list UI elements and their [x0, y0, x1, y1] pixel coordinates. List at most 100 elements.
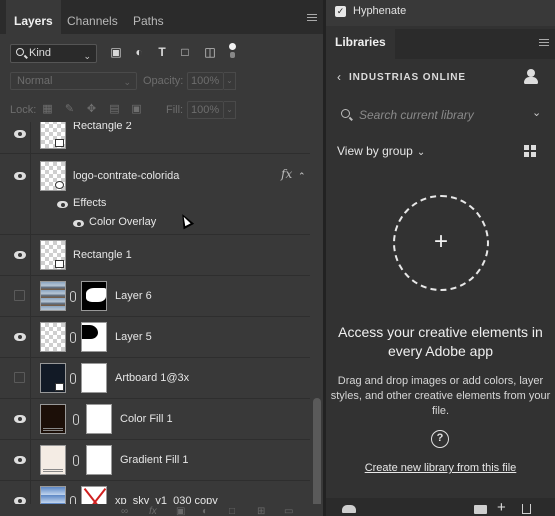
- link-layers-icon[interactable]: ∞: [121, 506, 128, 516]
- visibility-off-icon[interactable]: [14, 372, 25, 383]
- link-icon[interactable]: [70, 373, 76, 384]
- new-folder-icon[interactable]: [474, 505, 487, 514]
- layer-row-rectangle-2[interactable]: Rectangle 2: [0, 122, 310, 154]
- hyphenate-checkbox[interactable]: ✓: [335, 6, 346, 17]
- trash-icon[interactable]: [522, 504, 531, 514]
- layer-row-layer-6[interactable]: Layer 6: [0, 276, 310, 317]
- create-library-link[interactable]: Create new library from this file: [326, 462, 555, 474]
- eye-icon[interactable]: [14, 172, 26, 180]
- layer-mask-thumbnail[interactable]: [86, 404, 112, 434]
- smart-object-filter-icon[interactable]: ◫: [203, 45, 217, 59]
- type-filter-icon[interactable]: T: [155, 45, 169, 59]
- visibility-cell[interactable]: [0, 122, 31, 153]
- tab-paths[interactable]: Paths: [125, 0, 172, 34]
- lock-artboard-icon[interactable]: ▤: [108, 103, 121, 116]
- visibility-cell[interactable]: [0, 235, 31, 275]
- lock-position-icon[interactable]: ✥: [85, 103, 98, 116]
- layers-panel-menu-icon[interactable]: [307, 14, 317, 21]
- add-plus-icon[interactable]: +: [497, 499, 506, 516]
- layer-mask-thumbnail[interactable]: [81, 363, 107, 393]
- kind-filter-label: Kind: [29, 47, 52, 59]
- visibility-cell[interactable]: [0, 358, 31, 398]
- hyphenate-row: ✓ Hyphenate: [326, 0, 555, 26]
- kind-filter-select[interactable]: Kind ⌄: [10, 44, 97, 63]
- link-icon[interactable]: [70, 332, 76, 343]
- cloud-sync-icon[interactable]: [342, 505, 356, 513]
- libraries-panel-menu-icon[interactable]: [539, 39, 549, 46]
- layers-tabbar: Layers Channels Paths: [0, 0, 323, 34]
- delete-layer-icon[interactable]: ▭: [284, 506, 293, 516]
- view-by-group-dropdown[interactable]: View by group ⌄: [337, 144, 425, 158]
- eye-icon[interactable]: [73, 220, 84, 227]
- chevron-down-icon[interactable]: ⌄: [532, 106, 541, 119]
- tab-channels[interactable]: Channels: [59, 0, 126, 34]
- new-layer-icon[interactable]: ⊞: [257, 506, 265, 516]
- effect-row-color-overlay[interactable]: Color Overlay: [0, 215, 310, 233]
- eye-icon[interactable]: [14, 130, 26, 138]
- filter-toggle-icon[interactable]: [229, 43, 236, 59]
- layers-scrollbar-thumb[interactable]: [313, 398, 321, 508]
- layer-row-logo-contrate-colorida[interactable]: logo-contrate-colorida fx ⌃ Effects Colo…: [0, 154, 310, 235]
- layer-thumbnail: [40, 161, 66, 191]
- help-icon[interactable]: ?: [431, 430, 449, 448]
- library-search-placeholder[interactable]: Search current library: [359, 108, 474, 122]
- grid-view-icon[interactable]: [524, 145, 536, 157]
- libraries-footer: +: [326, 498, 555, 516]
- opacity-chevron-icon[interactable]: ⌄: [224, 72, 236, 90]
- layer-thumbnail: [40, 281, 66, 311]
- layer-name: logo-contrate-colorida: [73, 170, 180, 182]
- eye-icon[interactable]: [14, 456, 26, 464]
- lock-all-icon[interactable]: ▣: [130, 103, 143, 116]
- adjustment-layer-icon[interactable]: ◐: [202, 506, 208, 516]
- smart-object-badge-icon: [55, 181, 64, 189]
- fx-icon[interactable]: fx: [281, 167, 292, 181]
- fill-chevron-icon[interactable]: ⌄: [224, 101, 236, 119]
- visibility-cell[interactable]: [0, 276, 31, 316]
- lock-row: Lock: ▦ ✎ ✥ ▤ ▣ Fill: 100% ⌄: [0, 98, 323, 122]
- add-mask-icon[interactable]: ▣: [176, 506, 185, 516]
- shape-badge-icon: [55, 260, 64, 268]
- lock-transparent-icon[interactable]: ▦: [41, 103, 54, 116]
- link-icon[interactable]: [73, 414, 79, 425]
- shape-badge-icon: [55, 139, 64, 147]
- collapse-effects-icon[interactable]: ⌃: [298, 171, 306, 182]
- fill-input[interactable]: 100%: [187, 101, 224, 119]
- layer-mask-thumbnail[interactable]: [86, 445, 112, 475]
- link-icon[interactable]: [73, 455, 79, 466]
- library-name[interactable]: INDUSTRIAS ONLINE: [349, 72, 466, 83]
- smart-object-badge-icon: [55, 383, 64, 391]
- adjustment-filter-icon[interactable]: ◐: [132, 45, 146, 59]
- tab-libraries[interactable]: Libraries: [326, 29, 395, 59]
- layer-row-gradient-fill-1[interactable]: Gradient Fill 1: [0, 440, 310, 481]
- layer-mask-thumbnail[interactable]: [81, 281, 107, 311]
- layer-mask-thumbnail[interactable]: [81, 322, 107, 352]
- new-group-icon[interactable]: □: [229, 506, 235, 516]
- eye-icon[interactable]: [14, 415, 26, 423]
- eye-icon[interactable]: [14, 251, 26, 259]
- visibility-cell[interactable]: [0, 440, 31, 480]
- visibility-off-icon[interactable]: [14, 290, 25, 301]
- layer-row-rectangle-1[interactable]: Rectangle 1: [0, 235, 310, 276]
- add-element-dropzone[interactable]: +: [393, 195, 489, 291]
- link-icon[interactable]: [70, 291, 76, 302]
- back-chevron-icon[interactable]: ‹: [337, 70, 341, 84]
- blend-mode-select[interactable]: Normal ⌄: [10, 72, 137, 90]
- layer-row-layer-5[interactable]: Layer 5: [0, 317, 310, 358]
- fx-icon[interactable]: fx: [149, 506, 157, 516]
- visibility-cell[interactable]: [0, 317, 31, 357]
- eye-icon[interactable]: [57, 201, 68, 208]
- visibility-cell[interactable]: [0, 399, 31, 439]
- collaborate-user-icon[interactable]: [523, 68, 539, 84]
- lock-image-icon[interactable]: ✎: [63, 103, 76, 116]
- tab-layers[interactable]: Layers: [6, 0, 61, 34]
- layer-row-color-fill-1[interactable]: Color Fill 1: [0, 399, 310, 440]
- eye-icon[interactable]: [14, 333, 26, 341]
- libraries-dock: ✓ Hyphenate Libraries ‹ INDUSTRIAS ONLIN…: [326, 0, 555, 516]
- effects-row[interactable]: Effects: [0, 196, 310, 214]
- image-filter-icon[interactable]: ▣: [109, 45, 123, 59]
- opacity-input[interactable]: 100%: [187, 72, 224, 90]
- fill-thumbnail: [40, 445, 66, 475]
- layer-row-artboard-1-3x[interactable]: Artboard 1@3x: [0, 358, 310, 399]
- library-search[interactable]: Search current library ⌄: [326, 100, 555, 130]
- shape-filter-icon[interactable]: □: [178, 45, 192, 59]
